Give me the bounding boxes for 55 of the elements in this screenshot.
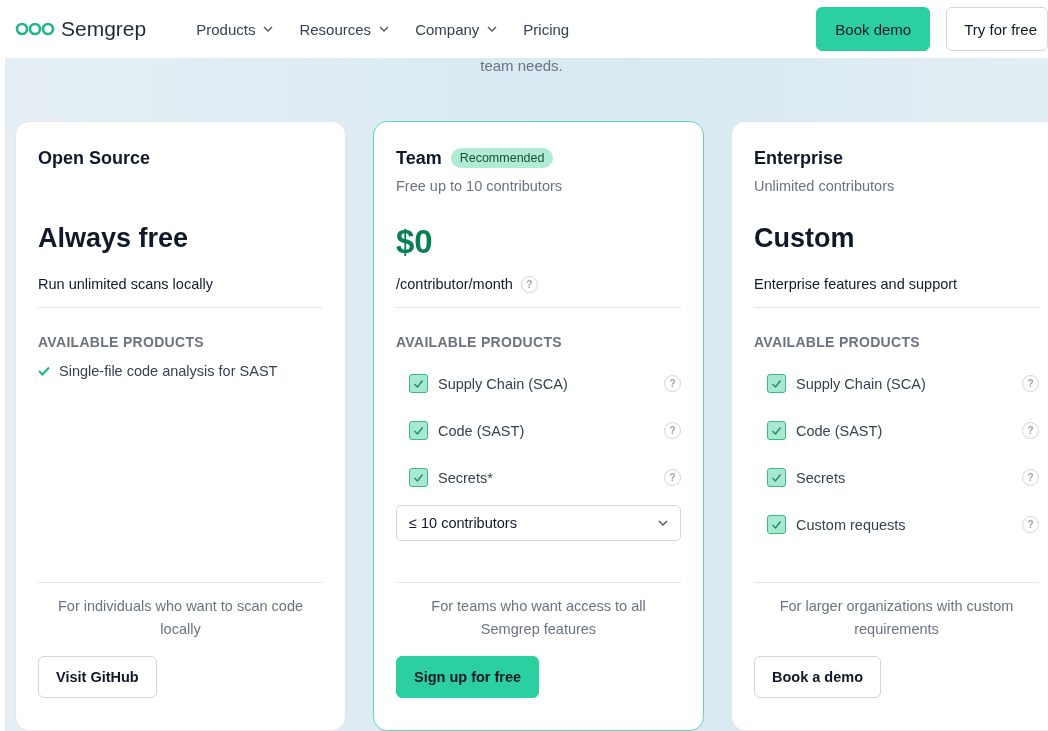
product-label: Code (SAST) bbox=[438, 422, 525, 439]
check-icon bbox=[771, 519, 782, 530]
product-label: Custom requests bbox=[796, 516, 906, 533]
check-icon bbox=[771, 425, 782, 436]
price-caption: Enterprise features and support bbox=[754, 276, 958, 292]
product-checkbox[interactable] bbox=[767, 468, 786, 487]
plan-price: Custom bbox=[754, 223, 855, 253]
price-caption: /contributor/month bbox=[396, 276, 513, 292]
plan-subtitle: Unlimited contributors bbox=[754, 178, 895, 194]
product-label: Secrets bbox=[796, 469, 846, 486]
plan-subtitle: Free up to 10 contributors bbox=[396, 178, 563, 194]
product-checkbox[interactable] bbox=[767, 421, 786, 440]
nav-link[interactable]: Products bbox=[196, 20, 274, 38]
recommended-badge: Recommended bbox=[450, 148, 554, 168]
product-checkbox[interactable] bbox=[409, 374, 428, 393]
product-checkbox[interactable] bbox=[409, 468, 428, 487]
plan-description: For larger organizations with custom requirements bbox=[778, 597, 1015, 639]
cta-button[interactable]: Visit GitHub bbox=[38, 656, 157, 698]
nav-link[interactable]: Pricing bbox=[523, 20, 570, 38]
caret-icon bbox=[658, 520, 668, 526]
check-icon bbox=[38, 366, 50, 376]
price-caption: Run unlimited scans locally bbox=[38, 276, 213, 292]
plan-name: Open Source bbox=[38, 147, 151, 169]
products-heading: AVAILABLE PRODUCTS bbox=[754, 334, 920, 350]
check-icon bbox=[413, 378, 424, 389]
plan-price: Always free bbox=[38, 223, 189, 253]
check-icon bbox=[413, 425, 424, 436]
check-icon bbox=[771, 378, 782, 389]
nav-link[interactable]: Company bbox=[415, 20, 498, 38]
plan-name: Enterprise bbox=[754, 147, 844, 169]
brand-name[interactable]: Semgrep bbox=[61, 17, 147, 41]
product-checkbox[interactable] bbox=[767, 374, 786, 393]
product-checkbox[interactable] bbox=[767, 515, 786, 534]
products-heading: AVAILABLE PRODUCTS bbox=[38, 334, 204, 350]
plan-description: For individuals who want to scan code locally bbox=[57, 597, 304, 639]
plan-price: $0 bbox=[396, 223, 433, 260]
product-label: Single-file code analysis for SAST bbox=[59, 363, 278, 379]
contributors-dropdown[interactable]: ≤ 10 contributors bbox=[396, 505, 681, 541]
plan-description: For teams who want access to all Semgrep features bbox=[430, 597, 647, 639]
product-label: Secrets* bbox=[438, 469, 493, 486]
nav-link[interactable]: Resources bbox=[299, 20, 390, 38]
logo-icon[interactable] bbox=[15, 21, 55, 37]
cta-button[interactable]: Sign up for free bbox=[396, 656, 540, 698]
intro-text: team needs. bbox=[480, 58, 563, 74]
product-label: Code (SAST) bbox=[796, 422, 883, 439]
product-label: Supply Chain (SCA) bbox=[796, 375, 926, 392]
check-icon bbox=[771, 472, 782, 483]
plan-name: Team bbox=[396, 147, 442, 169]
cta-button[interactable]: Book a demo bbox=[754, 656, 882, 698]
book-demo-button[interactable]: Book demo bbox=[816, 7, 931, 51]
try-free-button[interactable]: Try for free bbox=[946, 7, 1048, 51]
product-checkbox[interactable] bbox=[409, 421, 428, 440]
products-heading: AVAILABLE PRODUCTS bbox=[396, 334, 562, 350]
product-label: Supply Chain (SCA) bbox=[438, 375, 568, 392]
check-icon bbox=[413, 472, 424, 483]
